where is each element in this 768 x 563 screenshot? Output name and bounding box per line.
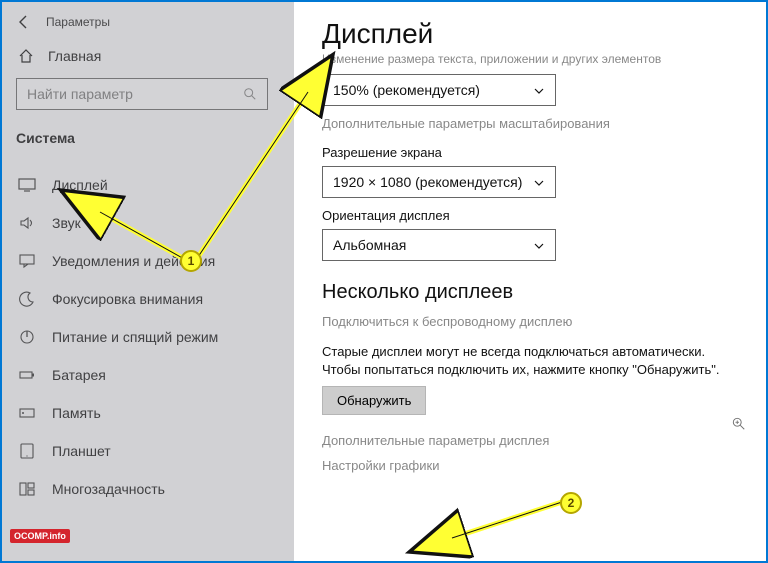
window-title: Параметры xyxy=(46,15,110,29)
sidebar-item-battery[interactable]: Батарея xyxy=(2,356,294,394)
sidebar-nav: Дисплей Звук Уведомления и действия Фоку… xyxy=(2,152,294,508)
wireless-display-link[interactable]: Подключиться к беспроводному дисплею xyxy=(322,314,736,329)
graphics-settings-link[interactable]: Настройки графики xyxy=(322,458,736,473)
sidebar-item-label: Память xyxy=(52,405,101,421)
sidebar-item-label: Фокусировка внимания xyxy=(52,291,203,307)
sidebar-category: Система xyxy=(2,120,294,152)
sidebar-item-label: Питание и спящий режим xyxy=(52,329,218,345)
sidebar-home[interactable]: Главная xyxy=(2,38,294,72)
chevron-down-icon xyxy=(533,84,545,96)
search-box[interactable] xyxy=(16,78,268,110)
speaker-icon xyxy=(18,214,36,232)
orientation-dropdown[interactable]: Альбомная xyxy=(322,229,556,261)
orientation-value: Альбомная xyxy=(333,237,406,253)
home-icon xyxy=(18,48,34,64)
main-panel: Дисплей Изменение размера текста, прилож… xyxy=(294,2,766,561)
resolution-dropdown[interactable]: 1920 × 1080 (рекомендуется) xyxy=(322,166,556,198)
advanced-scaling-link[interactable]: Дополнительные параметры масштабирования xyxy=(322,116,736,131)
annotation-badge-1: 1 xyxy=(180,250,202,272)
scale-section-label: Изменение размера текста, приложении и д… xyxy=(322,52,736,66)
storage-icon xyxy=(18,404,36,422)
search-container xyxy=(2,72,294,120)
search-input[interactable] xyxy=(27,86,243,102)
annotation-badge-2: 2 xyxy=(560,492,582,514)
sidebar-item-tablet[interactable]: Планшет xyxy=(2,432,294,470)
sidebar-item-label: Батарея xyxy=(52,367,106,383)
settings-window: Параметры Главная Система Дисплей xyxy=(0,0,768,563)
sidebar-home-label: Главная xyxy=(48,48,101,64)
sidebar-item-notifications[interactable]: Уведомления и действия xyxy=(2,242,294,280)
multiple-displays-heading: Несколько дисплеев xyxy=(322,281,736,304)
sidebar-item-label: Многозадачность xyxy=(52,481,165,497)
titlebar: Параметры xyxy=(2,2,294,38)
sidebar-item-sound[interactable]: Звук xyxy=(2,204,294,242)
sidebar-item-multitask[interactable]: Многозадачность xyxy=(2,470,294,508)
scale-value: 150% (рекомендуется) xyxy=(333,82,480,98)
detect-button[interactable]: Обнаружить xyxy=(322,386,426,415)
sidebar-item-label: Планшет xyxy=(52,443,111,459)
detect-hint: Старые дисплеи могут не всегда подключат… xyxy=(322,343,736,378)
battery-icon xyxy=(18,366,36,384)
power-icon xyxy=(18,328,36,346)
sidebar-item-storage[interactable]: Память xyxy=(2,394,294,432)
sidebar-item-label: Звук xyxy=(52,215,81,231)
moon-icon xyxy=(18,290,36,308)
multitask-icon xyxy=(18,480,36,498)
sidebar-item-label: Дисплей xyxy=(52,177,108,193)
chevron-down-icon xyxy=(533,239,545,251)
chat-icon xyxy=(18,252,36,270)
page-title: Дисплей xyxy=(322,18,736,50)
resolution-value: 1920 × 1080 (рекомендуется) xyxy=(333,174,522,190)
orientation-label: Ориентация дисплея xyxy=(322,208,736,223)
chevron-down-icon xyxy=(533,176,545,188)
sidebar: Параметры Главная Система Дисплей xyxy=(2,2,294,561)
search-icon xyxy=(243,87,257,101)
sidebar-item-focus[interactable]: Фокусировка внимания xyxy=(2,280,294,318)
resolution-label: Разрешение экрана xyxy=(322,145,736,160)
tablet-icon xyxy=(18,442,36,460)
sidebar-item-display[interactable]: Дисплей xyxy=(2,166,294,204)
monitor-icon xyxy=(18,176,36,194)
advanced-display-link[interactable]: Дополнительные параметры дисплея xyxy=(322,433,736,448)
back-button[interactable] xyxy=(16,14,32,30)
scale-dropdown[interactable]: 150% (рекомендуется) xyxy=(322,74,556,106)
sidebar-item-power[interactable]: Питание и спящий режим xyxy=(2,318,294,356)
magnify-icon xyxy=(732,417,746,431)
watermark-logo: OCOMP.info xyxy=(10,529,70,543)
